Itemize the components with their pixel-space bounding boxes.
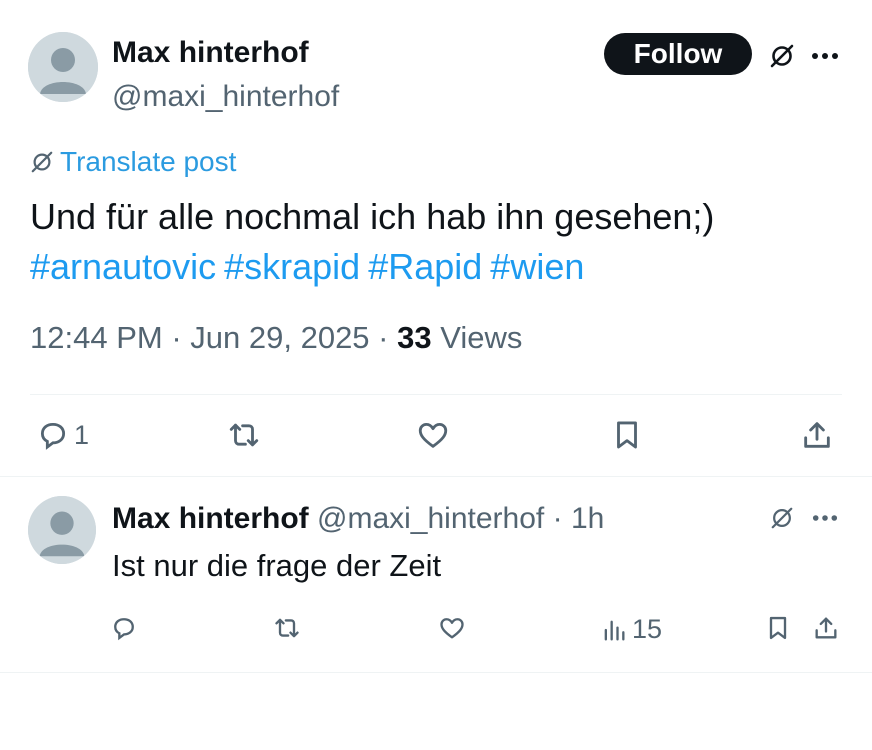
translate-icon: [31, 151, 53, 173]
author-name[interactable]: Max hinterhof: [112, 502, 309, 535]
views-label: Views: [440, 320, 523, 355]
share-icon: [815, 617, 837, 639]
repost-icon: [275, 618, 299, 638]
grok-icon[interactable]: [766, 40, 798, 72]
like-icon: [440, 618, 464, 639]
like-button[interactable]: [438, 614, 466, 642]
like-button[interactable]: [416, 418, 450, 452]
bookmark-icon: [617, 421, 637, 449]
share-button[interactable]: [800, 418, 834, 452]
divider: [30, 394, 842, 395]
more-icon[interactable]: [808, 40, 842, 72]
share-icon: [804, 422, 830, 448]
translate-post-link[interactable]: Translate post: [30, 146, 236, 178]
author-handle[interactable]: @maxi_hinterhof: [112, 80, 339, 114]
bookmark-button[interactable]: [610, 418, 644, 452]
post-text: Und für alle nochmal ich hab ihn gesehen…: [30, 196, 715, 237]
hashtag-link[interactable]: #arnautovic: [30, 246, 216, 287]
separator: ·: [171, 320, 182, 355]
hashtags: #arnautovic #skrapid #Rapid #wien: [30, 242, 592, 292]
bookmark-button[interactable]: [764, 614, 792, 642]
hashtag-link[interactable]: #skrapid: [224, 246, 360, 287]
reply-icon: [114, 618, 134, 641]
reply-button[interactable]: 1: [36, 418, 89, 452]
repost-icon: [229, 423, 259, 447]
post-date[interactable]: Jun 29, 2025: [190, 320, 369, 355]
bookmark-icon: [769, 616, 787, 640]
reply-button[interactable]: [110, 614, 138, 642]
repost-button[interactable]: [272, 614, 302, 642]
divider: [0, 476, 872, 477]
repost-button[interactable]: [226, 418, 262, 452]
reply-icon: [40, 422, 66, 450]
reply-header: Max hinterhof @maxi_hinterhof · 1h: [112, 502, 604, 536]
grok-icon[interactable]: [766, 502, 798, 534]
default-avatar-icon: [28, 32, 98, 102]
hashtag-link[interactable]: #wien: [490, 246, 584, 287]
translate-label: Translate post: [60, 146, 237, 177]
like-icon: [418, 422, 448, 448]
post-meta: 12:44 PM · Jun 29, 2025 · 33 Views: [30, 320, 522, 356]
views-count: 33: [397, 320, 432, 355]
separator: ·: [552, 502, 563, 535]
separator: ·: [378, 320, 389, 355]
more-icon[interactable]: [808, 502, 842, 534]
reply-time[interactable]: 1h: [571, 502, 604, 535]
analytics-icon: [604, 620, 625, 640]
follow-button[interactable]: Follow: [604, 33, 752, 75]
author-name[interactable]: Max hinterhof: [112, 36, 309, 70]
hashtag-link[interactable]: #Rapid: [368, 246, 482, 287]
avatar[interactable]: [28, 32, 98, 102]
avatar[interactable]: [28, 496, 96, 564]
share-button[interactable]: [812, 614, 840, 642]
author-handle[interactable]: @maxi_hinterhof: [317, 502, 544, 535]
post-time[interactable]: 12:44 PM: [30, 320, 163, 355]
analytics-count: 15: [632, 614, 663, 644]
reply-count: 1: [74, 419, 90, 450]
default-avatar-icon: [28, 496, 96, 564]
reply-text: Ist nur die frage der Zeit: [112, 548, 442, 583]
divider: [0, 672, 872, 673]
analytics-button[interactable]: 15: [600, 614, 662, 645]
